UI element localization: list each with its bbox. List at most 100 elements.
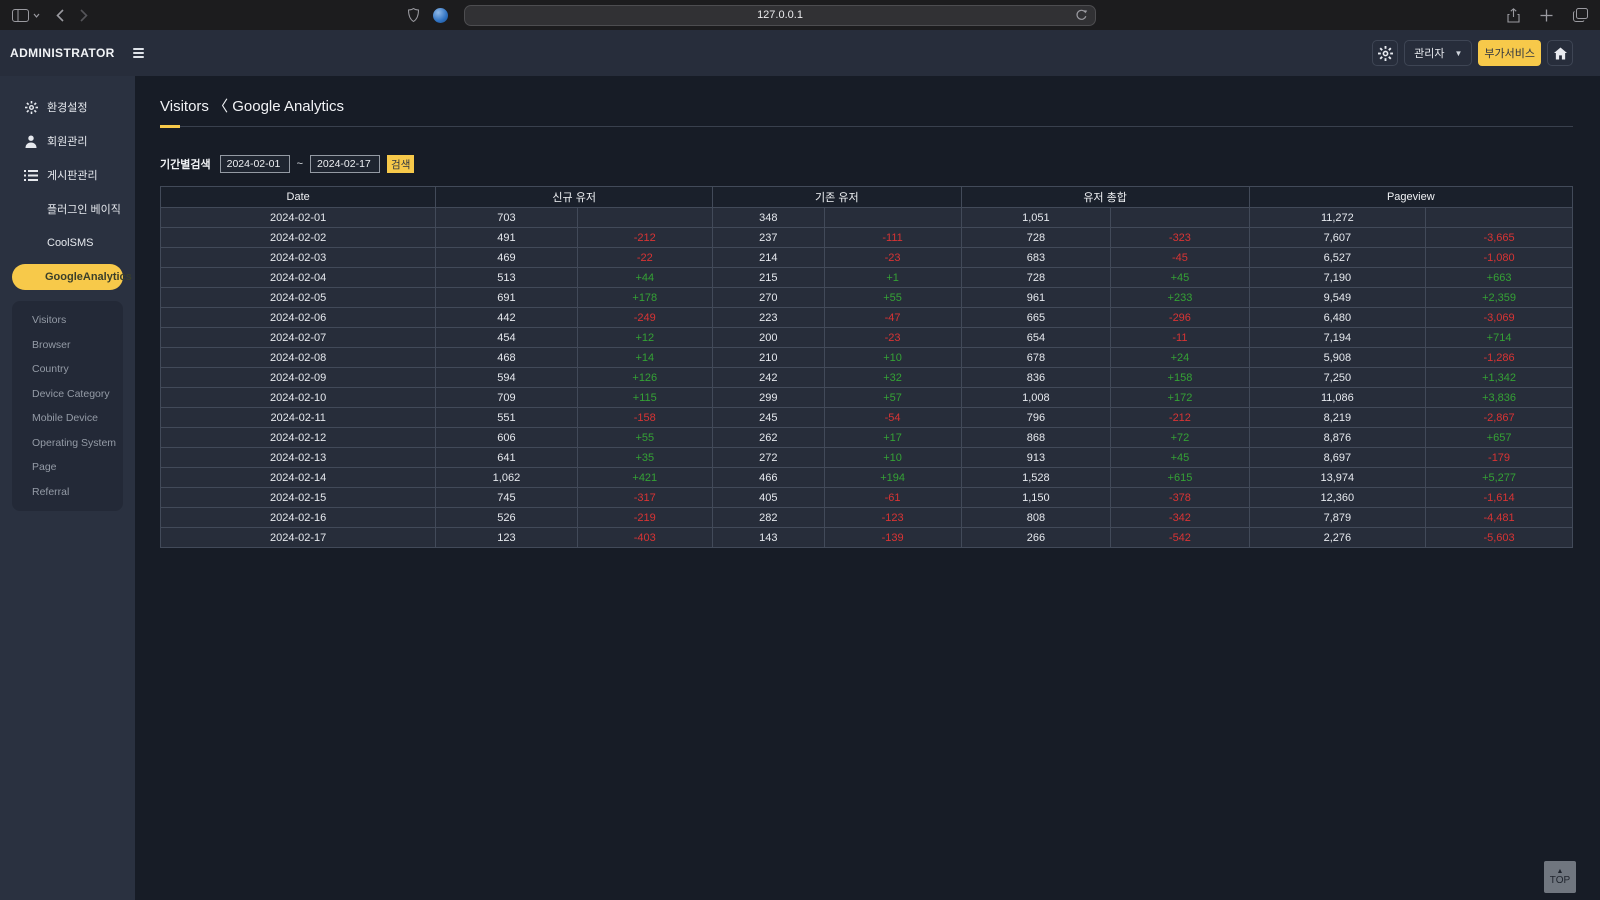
cell-new: 641 [436, 448, 577, 468]
back-button[interactable] [56, 9, 64, 22]
cell-new_d: +12 [577, 328, 713, 348]
date-to-input[interactable] [310, 155, 380, 173]
cell-pv: 11,086 [1249, 388, 1425, 408]
cell-date: 2024-02-02 [161, 228, 436, 248]
sidebar-item-coolsms[interactable]: CoolSMS [0, 226, 135, 260]
sidebar-item-googleanalytics[interactable]: GoogleAnalytics [12, 264, 123, 290]
cell-ret_d: -54 [824, 408, 961, 428]
site-icon[interactable] [433, 8, 448, 23]
cell-ret: 262 [713, 428, 825, 448]
home-button[interactable] [1547, 40, 1573, 66]
tab-overview-icon[interactable] [1573, 8, 1588, 22]
sidebar-item-label: GoogleAnalytics [45, 271, 132, 283]
cell-pv: 5,908 [1249, 348, 1425, 368]
submenu-item-visitors[interactable]: Visitors [12, 308, 123, 333]
cell-date: 2024-02-06 [161, 308, 436, 328]
cell-ret: 200 [713, 328, 825, 348]
cell-new_d: -212 [577, 228, 713, 248]
cell-ret: 214 [713, 248, 825, 268]
cell-ret_d: +57 [824, 388, 961, 408]
submenu-item-device-category[interactable]: Device Category [12, 382, 123, 407]
cell-ret_d: +55 [824, 288, 961, 308]
cell-date: 2024-02-10 [161, 388, 436, 408]
submenu-item-mobile-device[interactable]: Mobile Device [12, 406, 123, 431]
scroll-to-top-button[interactable]: ▲ TOP [1544, 861, 1576, 893]
share-icon[interactable] [1507, 8, 1520, 23]
url-text: 127.0.0.1 [757, 9, 803, 21]
sidebar: 환경설정회원관리게시판관리플러그인 베이직CoolSMS GoogleAnalyt… [0, 76, 135, 900]
settings-button[interactable] [1372, 40, 1398, 66]
date-from-input[interactable] [220, 155, 290, 173]
sidebar-item-label: 게시판관리 [47, 167, 98, 183]
sidebar-item-label: 회원관리 [47, 133, 87, 149]
col-header-total-users: 유저 총합 [961, 187, 1249, 208]
cell-total_d: +172 [1111, 388, 1249, 408]
cell-pv_d: -5,603 [1426, 528, 1573, 548]
search-button[interactable]: 검색 [387, 155, 414, 173]
forward-button[interactable] [80, 9, 88, 22]
cell-new: 709 [436, 388, 577, 408]
cell-total_d: +45 [1111, 448, 1249, 468]
submenu-item-browser[interactable]: Browser [12, 333, 123, 358]
cell-pv_d: -3,069 [1426, 308, 1573, 328]
cell-new: 606 [436, 428, 577, 448]
cell-total_d [1111, 208, 1249, 228]
cell-pv_d: -179 [1426, 448, 1573, 468]
range-separator: ~ [297, 158, 303, 170]
cell-total: 665 [961, 308, 1111, 328]
submenu-item-page[interactable]: Page [12, 455, 123, 480]
cell-new_d: -249 [577, 308, 713, 328]
cell-ret_d: -123 [824, 508, 961, 528]
cell-ret: 237 [713, 228, 825, 248]
cell-ret_d: +32 [824, 368, 961, 388]
table-row: 2024-02-12606+55262+17868+728,876+657 [161, 428, 1573, 448]
addon-services-button[interactable]: 부가서비스 [1478, 40, 1541, 66]
cell-new: 1,062 [436, 468, 577, 488]
new-tab-icon[interactable] [1540, 9, 1553, 22]
table-row: 2024-02-09594+126242+32836+1587,250+1,34… [161, 368, 1573, 388]
cell-total_d: +615 [1111, 468, 1249, 488]
cell-total_d: -542 [1111, 528, 1249, 548]
sidebar-toggle-icon[interactable] [12, 9, 29, 22]
home-icon [1554, 47, 1567, 60]
cell-date: 2024-02-11 [161, 408, 436, 428]
cell-pv_d: +657 [1426, 428, 1573, 448]
cell-date: 2024-02-15 [161, 488, 436, 508]
sidebar-item-회원관리[interactable]: 회원관리 [0, 124, 135, 158]
sidebar-item-플러그인-베이직[interactable]: 플러그인 베이직 [0, 192, 135, 226]
cell-new: 594 [436, 368, 577, 388]
cell-total: 1,528 [961, 468, 1111, 488]
role-dropdown[interactable]: 관리자 ▼ [1404, 40, 1472, 66]
submenu-item-operating-system[interactable]: Operating System [12, 431, 123, 456]
table-row: 2024-02-11551-158245-54796-2128,219-2,86… [161, 408, 1573, 428]
sidebar-item-게시판관리[interactable]: 게시판관리 [0, 158, 135, 192]
cell-ret_d: +10 [824, 448, 961, 468]
cell-pv: 8,697 [1249, 448, 1425, 468]
table-row: 2024-02-08468+14210+10678+245,908-1,286 [161, 348, 1573, 368]
main-content: Visitors 〈 Google Analytics 기간별검색 ~ 검색 D… [135, 76, 1600, 900]
cell-pv: 7,190 [1249, 268, 1425, 288]
submenu-item-referral[interactable]: Referral [12, 480, 123, 505]
cell-total_d: -323 [1111, 228, 1249, 248]
cell-total: 654 [961, 328, 1111, 348]
reload-icon[interactable] [1075, 9, 1088, 27]
cell-pv_d: -4,481 [1426, 508, 1573, 528]
sidebar-item-label: 환경설정 [47, 99, 87, 115]
chevron-down-icon[interactable] [33, 13, 40, 18]
cell-date: 2024-02-17 [161, 528, 436, 548]
admin-header: ADMINISTRATOR 관리자 ▼ 부가서비스 [0, 30, 1600, 76]
cell-ret_d: -47 [824, 308, 961, 328]
cell-total: 683 [961, 248, 1111, 268]
cell-new_d: -317 [577, 488, 713, 508]
submenu-item-country[interactable]: Country [12, 357, 123, 382]
shield-icon[interactable] [408, 8, 419, 22]
menu-icon[interactable] [133, 48, 144, 58]
cell-total_d: +72 [1111, 428, 1249, 448]
sidebar-item-환경설정[interactable]: 환경설정 [0, 90, 135, 124]
cell-date: 2024-02-07 [161, 328, 436, 348]
cell-new: 123 [436, 528, 577, 548]
cell-pv: 13,974 [1249, 468, 1425, 488]
url-bar[interactable]: 127.0.0.1 [464, 5, 1096, 26]
cell-new_d: -403 [577, 528, 713, 548]
table-row: 2024-02-17123-403143-139266-5422,276-5,6… [161, 528, 1573, 548]
